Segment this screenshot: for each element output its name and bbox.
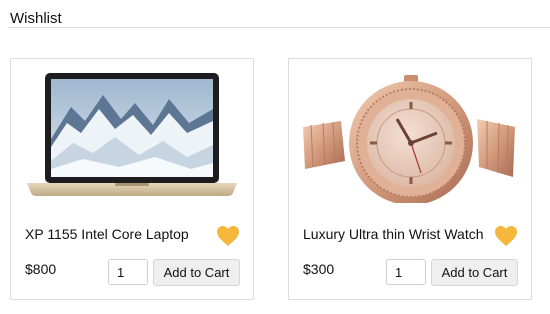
product-price: $800 <box>25 261 57 277</box>
quantity-input[interactable] <box>108 259 148 285</box>
heart-icon[interactable] <box>216 225 240 247</box>
laptop-image[interactable] <box>23 69 241 203</box>
product-price: $300 <box>303 261 335 277</box>
watch-image[interactable] <box>301 69 519 203</box>
add-to-cart-button[interactable]: Add to Cart <box>153 259 240 286</box>
title-divider <box>8 27 550 28</box>
wishlist-page: Wishlist XP 1155 Intel Core Laptop $800 … <box>0 0 550 314</box>
product-name[interactable]: Luxury Ultra thin Wrist Watch <box>303 225 484 243</box>
product-name[interactable]: XP 1155 Intel Core Laptop <box>25 225 189 243</box>
product-card-laptop: XP 1155 Intel Core Laptop $800 Add to Ca… <box>10 58 254 300</box>
page-title: Wishlist <box>10 10 62 27</box>
add-to-cart-button[interactable]: Add to Cart <box>431 259 518 286</box>
heart-icon[interactable] <box>494 225 518 247</box>
quantity-input[interactable] <box>386 259 426 285</box>
product-card-watch: Luxury Ultra thin Wrist Watch $300 Add t… <box>288 58 532 300</box>
